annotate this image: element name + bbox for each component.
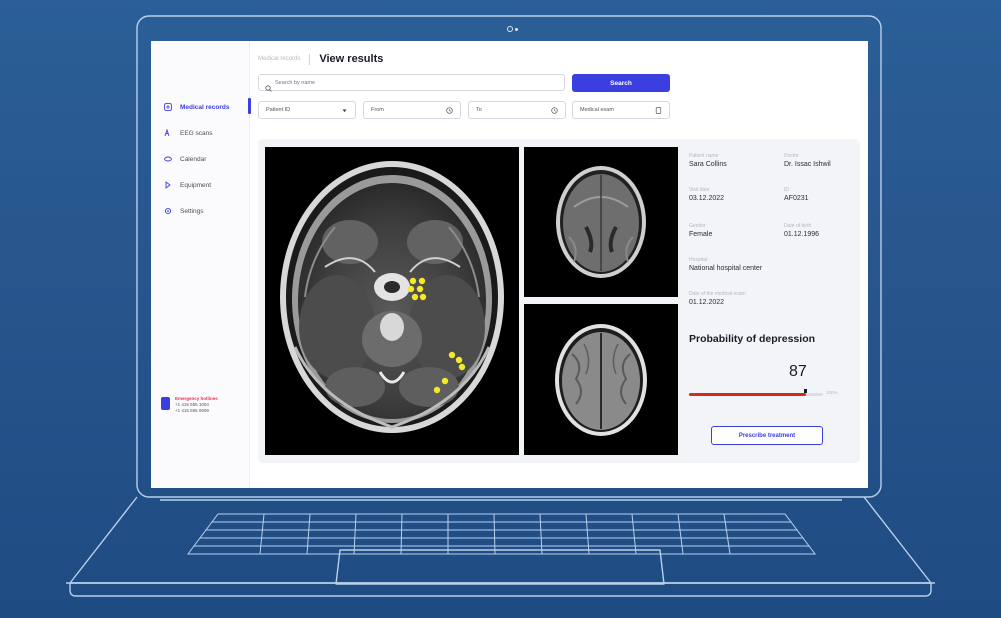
field-label: Hospital [689, 257, 708, 263]
sidebar-item-label: Calendar [180, 155, 207, 163]
emergency-number[interactable]: +1 415 555 0609 [175, 408, 218, 414]
sidebar-item-eeg-scans[interactable]: EEG scans [163, 125, 213, 141]
breadcrumb-divider [309, 53, 311, 65]
equipment-icon [163, 181, 172, 190]
brain-mri-superior-thumbnail [555, 324, 647, 436]
to-date-field[interactable]: To [468, 101, 566, 119]
probability-value: 87 [789, 363, 807, 380]
search-button[interactable]: Search [572, 74, 670, 92]
doctor-field: Doctor Dr. Issac Ishwil [784, 153, 831, 170]
eeg-icon [163, 129, 172, 138]
medical-exam-field[interactable]: Medical exam [572, 101, 670, 119]
sidebar: Medical records EEG scans Calendar Equip… [151, 41, 250, 488]
mri-scan-thumbnail[interactable] [524, 147, 678, 297]
sidebar-item-calendar[interactable]: Calendar [163, 151, 206, 167]
breadcrumb: Medical records View results [258, 53, 383, 65]
records-icon [163, 103, 172, 112]
gender-field: Gender Female [689, 223, 712, 240]
field-label: Patient name [689, 153, 719, 159]
search-icon [265, 79, 272, 92]
to-label: To [476, 107, 482, 113]
brain-mri-axial-image [280, 161, 504, 433]
calendar-icon [551, 106, 558, 114]
keyboard-grid [187, 513, 816, 555]
sidebar-item-equipment[interactable]: Equipment [163, 177, 211, 193]
medical-exam-label: Medical exam [580, 107, 614, 113]
prescribe-treatment-button[interactable]: Prescribe treatment [711, 426, 823, 445]
probability-bar-fill [689, 393, 806, 396]
mri-scan-main[interactable] [265, 147, 519, 455]
probability-max-label: 100% [826, 390, 838, 395]
patient-id-label: Patient ID [266, 107, 291, 113]
sidebar-item-label: Equipment [180, 181, 212, 189]
from-date-field[interactable]: From [363, 101, 461, 119]
from-label: From [371, 107, 384, 113]
visit-date-field: Visit date 03.12.2022 [689, 187, 724, 204]
sidebar-item-label: Medical records [180, 103, 230, 111]
patient-id: AF0231 [784, 195, 809, 202]
caret-down-icon [341, 107, 348, 114]
webcam [507, 26, 518, 32]
doctor-name: Dr. Issac Ishwil [784, 161, 831, 168]
patient-name: Sara Collins [689, 161, 727, 168]
field-label: Date of birth [784, 223, 812, 229]
patient-info-panel: Patient name Sara Collins Doctor Dr. Iss… [682, 147, 858, 459]
brain-mri-axial-thumbnail [556, 166, 646, 278]
page-title: View results [319, 53, 384, 65]
search-input[interactable] [275, 79, 555, 86]
camera-indicator-icon [515, 28, 518, 31]
dob-field: Date of birth 01.12.1996 [784, 223, 819, 240]
search-field[interactable] [258, 74, 565, 92]
calendar-icon [446, 106, 453, 114]
sidebar-item-medical-records[interactable]: Medical records [163, 99, 230, 115]
exam-date-field: Date of the medical exam 01.12.2022 [689, 291, 746, 308]
patient-id-select[interactable]: Patient ID [258, 101, 356, 119]
probability-bar [689, 389, 823, 396]
visit-date: 03.12.2022 [689, 195, 725, 202]
gear-icon [163, 207, 172, 216]
phone-icon [161, 397, 170, 410]
exam-date: 01.12.2022 [689, 299, 725, 306]
field-label: Gender [689, 223, 706, 229]
results-panel: Patient name Sara Collins Doctor Dr. Iss… [258, 139, 860, 463]
date-of-birth: 01.12.1996 [784, 231, 820, 238]
field-label: Date of the medical exam [689, 291, 746, 297]
hospital-name: National hospital center [689, 265, 763, 272]
calendar-icon [163, 155, 172, 164]
camera-lens-icon [507, 26, 513, 32]
emergency-hotlines: Emergency hotlines +1 415 555 1004 +1 41… [161, 396, 218, 413]
sidebar-item-label: Settings [180, 207, 204, 215]
sidebar-item-label: EEG scans [180, 129, 213, 137]
probability-marker [804, 389, 808, 393]
hospital-field: Hospital National hospital center [689, 257, 762, 274]
patient-name-field: Patient name Sara Collins [689, 153, 727, 170]
probability-title: Probability of depression [689, 333, 816, 345]
app-window: Medical records EEG scans Calendar Equip… [151, 41, 868, 488]
field-label: Visit date [689, 187, 710, 193]
breadcrumb-link[interactable]: Medical records [258, 56, 300, 62]
sidebar-item-settings[interactable]: Settings [163, 203, 204, 219]
active-nav-indicator [248, 98, 251, 114]
gender: Female [689, 231, 713, 238]
field-label: Doctor [784, 153, 799, 159]
document-icon [655, 106, 662, 114]
field-label: ID [784, 187, 789, 193]
mri-scan-thumbnail[interactable] [524, 304, 678, 455]
id-field: ID AF0231 [784, 187, 809, 204]
